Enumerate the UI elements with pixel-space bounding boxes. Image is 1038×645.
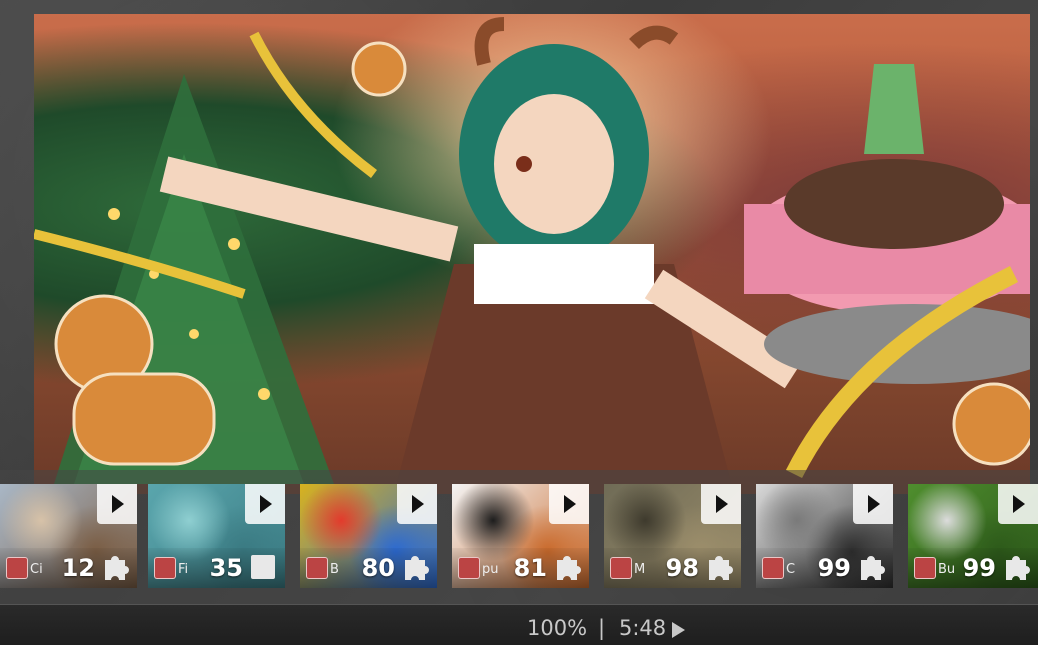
jigsaw-piece-icon [405, 556, 429, 580]
author-avatar [914, 557, 936, 579]
puzzle-thumbnail[interactable]: C 99 [756, 484, 893, 588]
author-avatar [306, 557, 328, 579]
play-icon[interactable] [97, 484, 137, 524]
author-avatar [6, 557, 28, 579]
piece-count: 35 [209, 554, 243, 582]
jigsaw-piece-icon [709, 556, 733, 580]
elapsed-timer: 5:48 [619, 616, 667, 640]
status-bar: 100% | 5:48 [0, 604, 1038, 645]
piece-count: 99 [962, 554, 996, 582]
author-name: Ci [30, 562, 43, 577]
puzzle-thumbnail[interactable]: pu 81 [452, 484, 589, 588]
play-icon[interactable] [549, 484, 589, 524]
puzzle-thumbnail[interactable]: Fi 35 [148, 484, 285, 588]
jigsaw-piece-icon [1006, 556, 1030, 580]
author-avatar [154, 557, 176, 579]
play-icon[interactable] [672, 622, 685, 638]
author-avatar [458, 557, 480, 579]
puzzle-thumbnail[interactable]: M 98 [604, 484, 741, 588]
square-piece-icon [251, 555, 275, 579]
puzzle-thumbnail-strip: Ci 12 Fi 35 B 80 pu 81 M 98 C 99 Bu 99 [0, 470, 1038, 604]
puzzle-thumbnail[interactable]: Ci 12 [0, 484, 137, 588]
author-avatar [762, 557, 784, 579]
jigsaw-piece-icon [861, 556, 885, 580]
author-name: Bu [938, 562, 956, 577]
piece-count: 12 [61, 554, 95, 582]
puzzle-artwork-illustration [34, 17, 1030, 494]
piece-count: 81 [513, 554, 547, 582]
play-icon[interactable] [701, 484, 741, 524]
puzzle-thumbnail[interactable]: B 80 [300, 484, 437, 588]
play-icon[interactable] [397, 484, 437, 524]
puzzle-thumbnail[interactable]: Bu 99 [908, 484, 1038, 588]
play-icon[interactable] [245, 484, 285, 524]
author-avatar [610, 557, 632, 579]
author-name: C [786, 562, 796, 577]
author-name: M [634, 562, 646, 577]
author-name: pu [482, 562, 499, 577]
author-name: B [330, 562, 339, 577]
jigsaw-piece-icon [105, 556, 129, 580]
status-separator: | [598, 616, 606, 640]
play-icon[interactable] [998, 484, 1038, 524]
puzzle-image[interactable] [34, 14, 1030, 494]
zoom-level[interactable]: 100% [527, 616, 587, 640]
piece-count: 80 [361, 554, 395, 582]
author-name: Fi [178, 562, 189, 577]
piece-count: 99 [817, 554, 851, 582]
piece-count: 98 [665, 554, 699, 582]
jigsaw-piece-icon [557, 556, 581, 580]
play-icon[interactable] [853, 484, 893, 524]
